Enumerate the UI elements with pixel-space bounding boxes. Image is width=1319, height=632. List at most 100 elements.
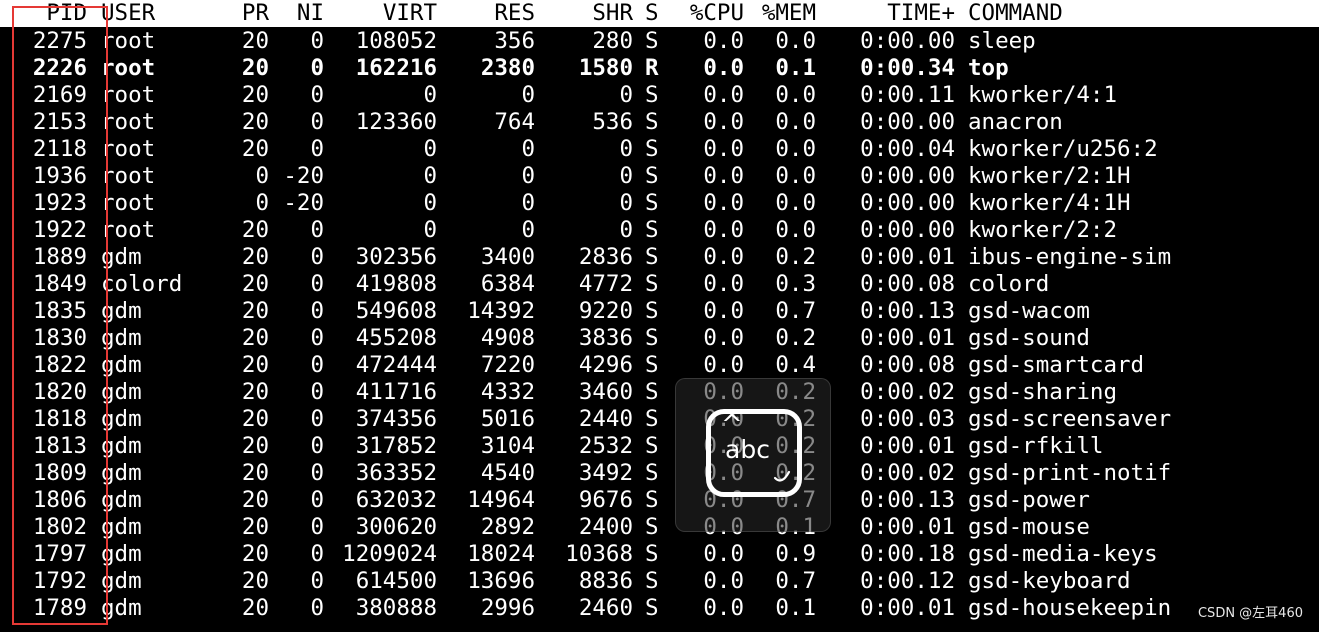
table-row: 1830 gdm 20 0 455208 4908 3836 S 0.0 0.2 0:00.01 gs… <box>0 325 1319 352</box>
cell-shr: 1580 <box>578 55 633 81</box>
cell-res: 4540 <box>480 460 535 486</box>
cell-res: 0 <box>521 136 535 162</box>
terminal-window[interactable]: PID USER PR NI VIRT RES SHR S %CPU %MEM … <box>0 0 1319 632</box>
cell-shr: 2460 <box>578 595 633 621</box>
header-time[interactable]: TIME+ <box>830 0 955 27</box>
header-pid[interactable]: PID <box>0 0 87 27</box>
cell-cpu: 0.0 <box>703 136 744 162</box>
cell-user: gdm <box>101 514 142 540</box>
cell-mem: 0.0 <box>775 109 816 135</box>
cell-ni: 0 <box>310 82 324 108</box>
header-user[interactable]: USER <box>101 0 221 27</box>
table-row: 1806gdm200632032149649676S0.00.70:00.13g… <box>0 487 1319 514</box>
cell-virt: 632032 <box>355 487 437 513</box>
cell-shr: 3460 <box>578 379 633 405</box>
cell-user: gdm <box>101 460 142 486</box>
cell-ni: 0 <box>310 28 324 54</box>
cell-time: 0:00.00 <box>860 190 955 216</box>
header-cpu[interactable]: %CPU <box>678 0 744 27</box>
cell-pr: 20 <box>241 244 269 270</box>
cell-pid: 2226 <box>32 55 87 81</box>
cell-virt: 0 <box>423 190 437 216</box>
cell-command: gsd-keyboard <box>968 568 1131 594</box>
cell-mem: 0.7 <box>775 298 816 324</box>
cell-pr: 0 <box>255 163 269 189</box>
table-row: 1889 gdm 20 0 302356 3400 2836 S 0.0 0.2 0:00.01 ib… <box>0 244 1319 271</box>
table-row: 1809gdm20036335245403492S0.00.20:00.02gs… <box>0 460 1319 487</box>
cell-pid: 1822 <box>32 352 87 378</box>
cell-state: R <box>645 55 659 81</box>
cell-time: 0:00.08 <box>860 352 955 378</box>
cell-shr: 10368 <box>565 541 633 567</box>
cell-time: 0:00.12 <box>860 568 955 594</box>
cell-ni: 0 <box>310 460 324 486</box>
cell-virt: 0 <box>423 217 437 243</box>
cell-ni: 0 <box>310 595 324 621</box>
cell-user: gdm <box>101 487 142 513</box>
cell-pr: 20 <box>241 217 269 243</box>
cell-user: root <box>101 136 156 162</box>
cell-mem: 0.9 <box>775 541 816 567</box>
cell-pid: 1889 <box>32 244 87 270</box>
table-row: 2153 root 20 0 123360 764 536 S 0.0 0.0 0:00.00 ana… <box>0 109 1319 136</box>
cell-user: root <box>101 109 156 135</box>
cell-user: gdm <box>101 352 142 378</box>
cell-pid: 1830 <box>32 325 87 351</box>
table-row: 1797 gdm 20 0 1209024 18024 10368 S 0.0 0.9 0:00.1… <box>0 541 1319 568</box>
cell-pid: 1806 <box>32 487 87 513</box>
cell-res: 0 <box>521 217 535 243</box>
cell-cpu: 0.0 <box>703 244 744 270</box>
cell-shr: 0 <box>619 82 633 108</box>
cell-ni: 0 <box>310 514 324 540</box>
cell-state: S <box>645 595 659 621</box>
cell-shr: 536 <box>592 109 633 135</box>
cell-time: 0:00.01 <box>860 433 955 459</box>
cell-mem: 0.0 <box>775 28 816 54</box>
cell-shr: 9220 <box>578 298 633 324</box>
header-state[interactable]: S <box>645 0 665 27</box>
cell-pr: 20 <box>241 487 269 513</box>
cell-virt: 0 <box>423 82 437 108</box>
cell-pr: 20 <box>241 514 269 540</box>
cell-ni: 0 <box>310 352 324 378</box>
cell-shr: 9676 <box>578 487 633 513</box>
cell-user: root <box>101 217 156 243</box>
cell-command: colord <box>968 271 1050 297</box>
cell-command: kworker/4:1 <box>968 82 1118 108</box>
cell-user: gdm <box>101 325 142 351</box>
cell-mem: 0.0 <box>775 136 816 162</box>
cell-pr: 20 <box>241 136 269 162</box>
keyboard-icon: ^ abc <box>706 409 802 497</box>
cell-user: gdm <box>101 298 142 324</box>
cell-ni: 0 <box>310 109 324 135</box>
cell-ni: 0 <box>310 244 324 270</box>
cell-mem: 0.7 <box>775 568 816 594</box>
cell-pid: 1809 <box>32 460 87 486</box>
cell-pr: 20 <box>241 433 269 459</box>
cell-user: root <box>101 28 156 54</box>
header-virt[interactable]: VIRT <box>330 0 437 27</box>
header-mem[interactable]: %MEM <box>752 0 816 27</box>
header-pr[interactable]: PR <box>226 0 269 27</box>
cell-ni: 0 <box>310 568 324 594</box>
cell-virt: 1209024 <box>342 541 437 567</box>
header-shr[interactable]: SHR <box>540 0 633 27</box>
table-row: 1818gdm20037435650162440S0.00.20:00.03gs… <box>0 406 1319 433</box>
cell-time: 0:00.00 <box>860 28 955 54</box>
cell-ni: 0 <box>310 406 324 432</box>
cell-cpu: 0.0 <box>703 595 744 621</box>
cell-ni: 0 <box>310 487 324 513</box>
cell-cpu: 0.0 <box>703 217 744 243</box>
cell-virt: 317852 <box>355 433 437 459</box>
cell-virt: 0 <box>423 136 437 162</box>
header-ni[interactable]: NI <box>278 0 324 27</box>
header-res[interactable]: RES <box>450 0 535 27</box>
cell-cpu: 0.0 <box>703 325 744 351</box>
cell-state: S <box>645 568 659 594</box>
table-row: 2118 root 20 0 0 0 0 S 0.0 0.0 0:00.04 kworker/u256… <box>0 136 1319 163</box>
cell-mem: 0.0 <box>775 82 816 108</box>
cell-pr: 20 <box>241 28 269 54</box>
cell-pid: 2153 <box>32 109 87 135</box>
cell-time: 0:00.00 <box>860 217 955 243</box>
header-command[interactable]: COMMAND <box>968 0 1228 27</box>
